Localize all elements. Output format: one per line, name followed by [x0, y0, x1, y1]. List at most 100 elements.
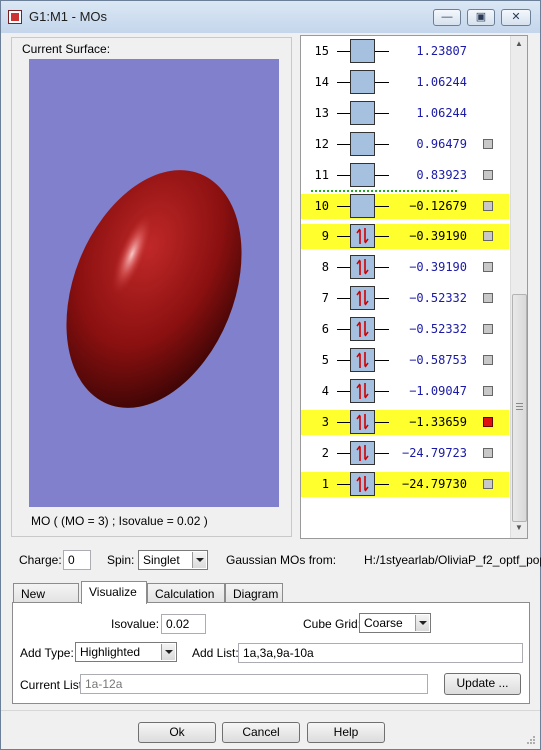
mo-number: 1 — [321, 476, 329, 491]
mo-row[interactable]: 11 0.83923 — [301, 162, 509, 188]
virtual-orbital-box[interactable] — [350, 100, 375, 125]
add-type-label: Add Type: — [20, 646, 74, 660]
mo-energy: 1.06244 — [416, 74, 467, 89]
mo-row[interactable]: 5 −0.58753 — [301, 348, 509, 373]
cancel-button[interactable]: Cancel — [222, 722, 300, 743]
source-label: Gaussian MOs from: — [226, 553, 337, 567]
chevron-down-icon[interactable] — [192, 552, 206, 568]
title-bar[interactable]: G1:M1 - MOs — ▣ ✕ — [1, 1, 540, 33]
mo-row[interactable]: 3 −1.33659 — [301, 409, 509, 435]
isovalue-field[interactable]: 0.02 — [161, 614, 206, 634]
cube-grid-select[interactable]: Coarse — [359, 613, 431, 633]
electron-pair-icon — [356, 259, 369, 276]
occupied-orbital-box[interactable] — [350, 378, 375, 403]
electron-pair-icon — [356, 228, 369, 245]
mo-energy: −0.12679 — [409, 198, 467, 213]
mo-row[interactable]: 6 −0.52332 — [301, 317, 509, 342]
add-list-label: Add List: — [192, 646, 239, 660]
occupied-orbital-box[interactable] — [350, 317, 375, 342]
level-line — [337, 329, 350, 331]
mo-energy-diagram[interactable]: 15 1.23807 14 1.06244 13 1.06244 12 0.96479 11 0.… — [300, 35, 528, 539]
occupied-orbital-box[interactable] — [350, 409, 375, 434]
virtual-orbital-box[interactable] — [350, 162, 375, 187]
charge-field[interactable]: 0 — [63, 550, 91, 570]
mo-row[interactable]: 7 −0.52332 — [301, 286, 509, 311]
mo-row[interactable]: 10 −0.12679 — [301, 193, 509, 219]
occupied-orbital-box[interactable] — [350, 255, 375, 280]
surface-caption: MO ( (MO = 3) ; Isovalue = 0.02 ) — [31, 514, 208, 528]
level-line — [337, 174, 350, 176]
mo-checkbox[interactable] — [483, 200, 493, 211]
mo-number: 3 — [321, 414, 329, 429]
mo-checkbox[interactable] — [483, 169, 493, 180]
mo-row[interactable]: 13 1.06244 — [301, 100, 509, 126]
mo-row[interactable]: 4 −1.09047 — [301, 378, 509, 404]
occupied-orbital-box[interactable] — [350, 440, 375, 465]
spin-select[interactable]: Singlet — [138, 550, 208, 570]
mo-row[interactable]: 9 −0.39190 — [301, 224, 509, 250]
close-button[interactable]: ✕ — [501, 9, 531, 26]
virtual-orbital-box[interactable] — [350, 131, 375, 156]
mo-checkbox[interactable] — [483, 324, 493, 335]
help-button[interactable]: Help — [307, 722, 385, 743]
add-type-select[interactable]: Highlighted — [75, 642, 177, 662]
ok-button[interactable]: Ok — [138, 722, 216, 743]
electron-pair-icon — [356, 321, 369, 338]
virtual-orbital-box[interactable] — [350, 69, 375, 94]
mo-checkbox[interactable] — [483, 385, 493, 396]
mo-checkbox[interactable] — [483, 293, 493, 304]
mo-row[interactable]: 8 −0.39190 — [301, 255, 509, 280]
surface-viewport[interactable] — [29, 59, 279, 507]
electron-pair-icon — [356, 382, 369, 399]
occupied-orbital-box[interactable] — [350, 471, 375, 496]
charge-label: Charge: — [19, 553, 62, 567]
level-line — [337, 51, 350, 52]
mo-row[interactable]: 14 1.06244 — [301, 69, 509, 95]
mo-checkbox[interactable] — [483, 478, 493, 489]
update-button[interactable]: Update ... — [444, 673, 521, 695]
mo-checkbox[interactable] — [483, 262, 493, 273]
mo-checkbox[interactable] — [483, 231, 493, 242]
scroll-down-icon[interactable]: ▼ — [511, 520, 527, 536]
resize-grip-icon[interactable] — [526, 735, 536, 745]
tab-calculation[interactable]: Calculation — [147, 583, 225, 603]
level-line — [337, 452, 350, 454]
mo-checkbox[interactable] — [483, 447, 493, 458]
gaussview-app-icon[interactable] — [8, 10, 22, 24]
tab-diagram[interactable]: Diagram — [225, 583, 283, 603]
chevron-down-icon[interactable] — [161, 644, 175, 660]
tab-new-mos[interactable]: New MOs — [13, 583, 79, 615]
electron-pair-icon — [356, 290, 369, 307]
mo-window: G1:M1 - MOs — ▣ ✕ Current Surface: MO (… — [0, 0, 541, 750]
add-list-field[interactable]: 1a,3a,9a-10a — [238, 643, 523, 663]
cube-grid-value: Coarse — [364, 616, 403, 630]
maximize-icon: ▣ — [475, 11, 487, 23]
occupied-orbital-box[interactable] — [350, 286, 375, 311]
mo-checkbox[interactable] — [483, 138, 493, 149]
scroll-up-icon[interactable]: ▲ — [511, 36, 527, 52]
tab-visualize[interactable]: Visualize — [81, 581, 147, 604]
mo-row[interactable]: 12 0.96479 — [301, 131, 509, 157]
isovalue-label: Isovalue: — [111, 617, 160, 631]
mo-scrollbar[interactable]: ▲ ▼ — [510, 36, 527, 538]
scroll-thumb[interactable] — [512, 294, 527, 522]
mo-number: 4 — [321, 383, 329, 398]
mo-energy: 1.06244 — [416, 105, 467, 120]
current-list-field: 1a-12a — [80, 674, 428, 694]
add-type-value: Highlighted — [80, 645, 141, 659]
maximize-button[interactable]: ▣ — [467, 9, 495, 26]
minimize-button[interactable]: — — [433, 9, 461, 26]
mo-row[interactable]: 1 −24.79730 — [301, 471, 509, 497]
virtual-orbital-box[interactable] — [350, 39, 375, 63]
visualize-tab-panel: Isovalue: 0.02 Cube Grid: Coarse Add Typ… — [12, 602, 530, 704]
chevron-down-icon[interactable] — [415, 615, 429, 631]
level-line — [337, 298, 350, 300]
electron-pair-icon — [356, 413, 369, 430]
virtual-orbital-box[interactable] — [350, 193, 375, 218]
occupied-orbital-box[interactable] — [350, 348, 375, 372]
mo-row[interactable]: 15 1.23807 — [301, 39, 509, 64]
mo-checkbox[interactable] — [483, 355, 493, 365]
mo-selected-indicator[interactable] — [483, 416, 493, 427]
occupied-orbital-box[interactable] — [350, 224, 375, 249]
mo-row[interactable]: 2 −24.79723 — [301, 440, 509, 466]
